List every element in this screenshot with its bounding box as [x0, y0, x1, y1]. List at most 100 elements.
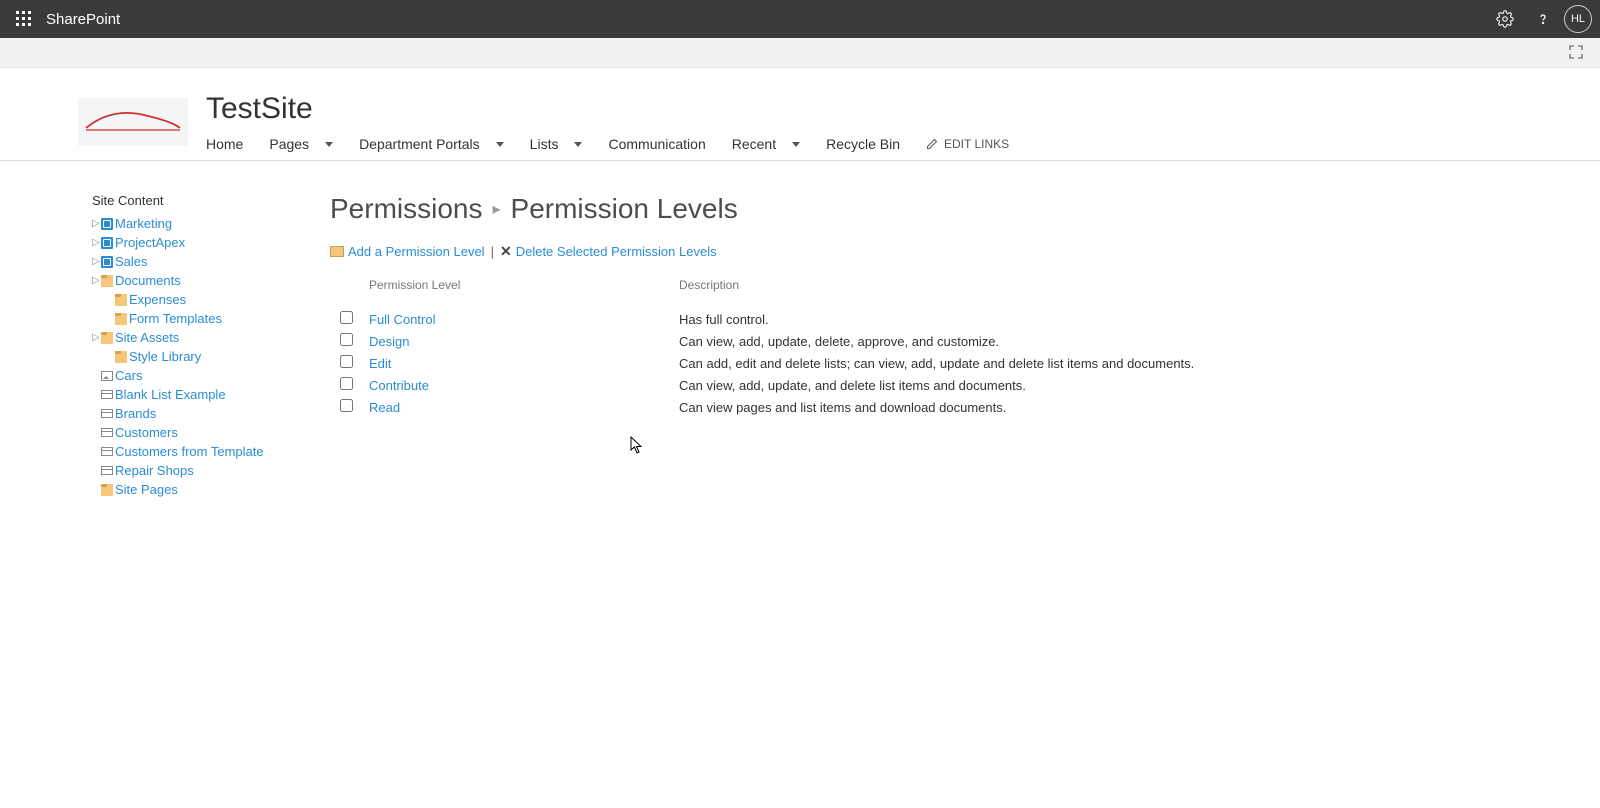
permission-description: Can view pages and list items and downlo… — [671, 396, 1330, 418]
tree-item-link[interactable]: Form Templates — [129, 309, 222, 328]
nav-communication[interactable]: Communication — [608, 136, 705, 152]
tree-item-link[interactable]: Expenses — [129, 290, 186, 309]
tree-item: ▷ Sales — [92, 252, 310, 271]
table-row: Read Can view pages and list items and do… — [330, 396, 1330, 418]
tree-item-link[interactable]: Customers — [115, 423, 178, 442]
list-icon — [100, 445, 113, 458]
col-header-name: Permission Level — [361, 274, 671, 308]
tree-item-link[interactable]: Site Assets — [115, 328, 179, 347]
tree-item-link[interactable]: Customers from Template — [115, 442, 264, 461]
table-row: Edit Can add, edit and delete lists; can … — [330, 352, 1330, 374]
tree-item-link[interactable]: Site Pages — [115, 480, 178, 499]
nav-lists[interactable]: Lists — [530, 136, 583, 152]
list-icon — [100, 426, 113, 439]
app-launcher-icon[interactable] — [8, 3, 40, 35]
expand-icon[interactable]: ▷ — [92, 214, 100, 233]
row-checkbox[interactable] — [340, 355, 353, 368]
expand-icon[interactable]: ▷ — [92, 233, 100, 252]
expand-icon[interactable]: ▷ — [92, 328, 100, 347]
row-checkbox[interactable] — [340, 311, 353, 324]
settings-icon[interactable] — [1488, 2, 1522, 36]
tree-item: Repair Shops — [92, 461, 310, 480]
tree-item: Form Templates — [92, 309, 310, 328]
help-icon[interactable] — [1526, 2, 1560, 36]
permission-level-link[interactable]: Design — [369, 334, 409, 349]
permission-level-link[interactable]: Contribute — [369, 378, 429, 393]
add-permission-level-button[interactable]: Add a Permission Level — [330, 244, 485, 259]
tree-item-link[interactable]: Style Library — [129, 347, 201, 366]
delete-icon: ✕ — [500, 243, 512, 260]
tree-item: Customers — [92, 423, 310, 442]
app-name[interactable]: SharePoint — [46, 11, 120, 28]
tree-item: Brands — [92, 404, 310, 423]
delete-permission-levels-button[interactable]: ✕ Delete Selected Permission Levels — [500, 243, 717, 260]
page-breadcrumb: Permissions ▸ Permission Levels — [330, 193, 1560, 225]
tree-item-link[interactable]: Brands — [115, 404, 156, 423]
tree-item: Expenses — [92, 290, 310, 309]
expand-icon[interactable]: ▷ — [92, 271, 100, 290]
permission-level-link[interactable]: Read — [369, 400, 400, 415]
tree-item: Customers from Template — [92, 442, 310, 461]
permission-level-link[interactable]: Edit — [369, 356, 391, 371]
tree-item-link[interactable]: Marketing — [115, 214, 172, 233]
nav-department-portals[interactable]: Department Portals — [359, 136, 504, 152]
tree-item: ▷ Marketing — [92, 214, 310, 233]
tree-item-link[interactable]: Blank List Example — [115, 385, 226, 404]
tree-item-link[interactable]: Documents — [115, 271, 181, 290]
breadcrumb-current: Permission Levels — [511, 193, 738, 225]
list-icon — [100, 388, 113, 401]
col-header-description: Description — [671, 274, 1330, 308]
tree-title: Site Content — [92, 193, 310, 208]
chevron-down-icon — [325, 142, 333, 147]
chevron-down-icon — [574, 142, 582, 147]
main-content: Permissions ▸ Permission Levels Add a Pe… — [330, 193, 1600, 499]
nav-pages[interactable]: Pages — [269, 136, 333, 152]
nav-recent[interactable]: Recent — [732, 136, 800, 152]
chevron-right-icon: ▸ — [492, 199, 500, 219]
nav-recycle-bin[interactable]: Recycle Bin — [826, 136, 900, 152]
pencil-icon — [926, 138, 938, 150]
tree-item: Cars — [92, 366, 310, 385]
tree-item: Blank List Example — [92, 385, 310, 404]
library-icon — [100, 274, 113, 287]
permission-description: Has full control. — [671, 308, 1330, 330]
expand-icon[interactable]: ▷ — [92, 252, 100, 271]
row-checkbox[interactable] — [340, 377, 353, 390]
user-avatar[interactable]: HL — [1564, 5, 1592, 33]
table-row: Full Control Has full control. — [330, 308, 1330, 330]
table-row: Design Can view, add, update, delete, app… — [330, 330, 1330, 352]
permission-levels-table: Permission Level Description Full Contro… — [330, 274, 1330, 418]
global-topbar: SharePoint HL — [0, 0, 1600, 38]
site-title[interactable]: TestSite — [206, 92, 1009, 126]
quick-launch-tree: Site Content ▷ Marketing ▷ ProjectApex ▷ Sale… — [0, 193, 330, 499]
permission-toolbar: Add a Permission Level | ✕ Delete Select… — [330, 243, 1560, 260]
tree-item-link[interactable]: Cars — [115, 366, 142, 385]
tree-item-link[interactable]: ProjectApex — [115, 233, 185, 252]
tree-item: ▷ Site Assets — [92, 328, 310, 347]
breadcrumb-permissions[interactable]: Permissions — [330, 193, 482, 225]
subsite-icon — [100, 236, 113, 249]
site-logo[interactable] — [78, 98, 188, 146]
tree-item-link[interactable]: Repair Shops — [115, 461, 194, 480]
row-checkbox[interactable] — [340, 333, 353, 346]
permission-level-link[interactable]: Full Control — [369, 312, 435, 327]
ribbon-area — [0, 38, 1600, 68]
tree-item-link[interactable]: Sales — [115, 252, 148, 271]
focus-content-icon[interactable] — [1568, 44, 1584, 65]
list-icon — [100, 407, 113, 420]
nav-edit-links[interactable]: EDIT LINKS — [926, 136, 1009, 152]
library-icon — [114, 312, 127, 325]
table-row: ContributeCan view, add, update, and del… — [330, 374, 1330, 396]
library-icon — [114, 350, 127, 363]
tree-item: ▷ ProjectApex — [92, 233, 310, 252]
nav-home[interactable]: Home — [206, 136, 243, 152]
tree-item: Style Library — [92, 347, 310, 366]
chevron-down-icon — [792, 142, 800, 147]
permission-description: Can add, edit and delete lists; can view… — [671, 352, 1330, 374]
site-header: TestSite Home Pages Department Portals L… — [0, 68, 1600, 161]
library-icon — [114, 293, 127, 306]
tree-item: Site Pages — [92, 480, 310, 499]
row-checkbox[interactable] — [340, 399, 353, 412]
permission-description: Can view, add, update, delete, approve, … — [671, 330, 1330, 352]
list-icon — [100, 464, 113, 477]
